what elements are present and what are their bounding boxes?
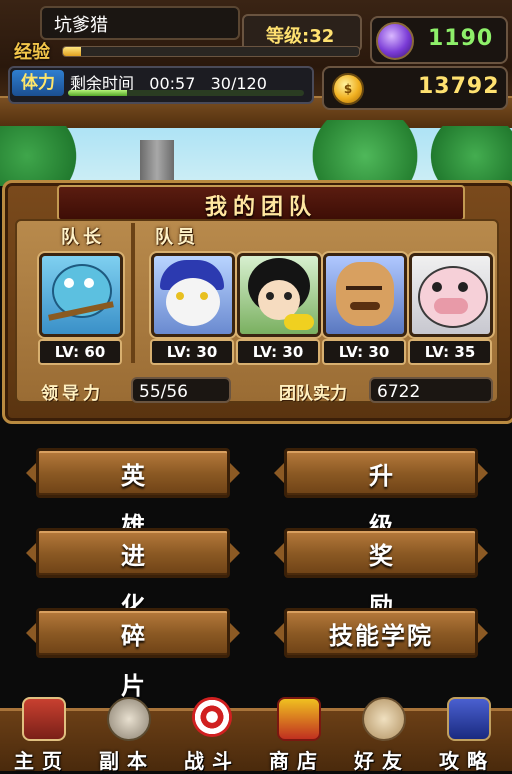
button-ornament	[230, 543, 240, 563]
stamina-label: 体力	[12, 70, 64, 96]
member-level: LV: 35	[408, 339, 492, 365]
member-portrait	[412, 256, 490, 334]
button-ornament	[26, 543, 36, 563]
nav-battle-label: 战斗	[184, 749, 240, 773]
heroes-button[interactable]: 英雄	[36, 448, 230, 540]
team-title-ribbon: 我的团队	[57, 185, 465, 221]
team-panel: 我的团队 队长 队员 LV: 60 LV: 30 LV: 30 LV: 30 L…	[2, 180, 512, 424]
friends-icon	[362, 697, 406, 741]
home-icon	[22, 697, 66, 741]
gem-icon	[376, 22, 414, 60]
player-level: 等级:32	[266, 26, 335, 47]
bottom-nav: 主页 副本 战斗 商店 好友 攻略	[0, 697, 512, 773]
team-title: 我的团队	[204, 195, 317, 220]
nav-friends-label: 好友	[354, 749, 410, 773]
button-ornament	[274, 623, 284, 643]
stamina-panel: 体力 剩余时间 00:57 30/120	[8, 66, 314, 104]
button-ornament	[478, 623, 488, 643]
nav-guide-label: 攻略	[439, 749, 495, 773]
nav-friends[interactable]: 好友	[340, 697, 424, 773]
gem-counter[interactable]: 1190	[370, 16, 508, 64]
member-card[interactable]	[323, 253, 407, 337]
leadership-value: 55/56	[131, 377, 231, 403]
shop-icon	[277, 697, 321, 741]
member-card[interactable]	[409, 253, 493, 337]
button-ornament	[478, 543, 488, 563]
upgrade-button[interactable]: 升级	[284, 448, 478, 540]
coin-value: 13792	[418, 74, 500, 99]
nav-home[interactable]: 主页	[0, 697, 84, 773]
member-level: LV: 30	[150, 339, 234, 365]
stamina-bar	[68, 90, 304, 96]
captain-label: 队长	[61, 227, 105, 248]
evolve-button[interactable]: 进化	[36, 528, 230, 620]
guide-icon	[447, 697, 491, 741]
nav-dungeon-label: 副本	[99, 749, 155, 773]
member-card[interactable]	[151, 253, 235, 337]
button-ornament	[26, 623, 36, 643]
button-ornament	[274, 543, 284, 563]
target-icon	[192, 697, 232, 737]
nav-home-label: 主页	[14, 749, 70, 773]
button-ornament	[230, 463, 240, 483]
gem-value: 1190	[428, 26, 494, 51]
panel-divider	[131, 223, 135, 363]
stamina-bar-fill	[68, 90, 127, 96]
nav-dungeon[interactable]: 副本	[85, 697, 169, 773]
member-card[interactable]	[237, 253, 321, 337]
skill-academy-button[interactable]: 技能学院	[284, 608, 478, 658]
exp-label: 经验	[14, 42, 50, 63]
member-level: LV: 30	[322, 339, 406, 365]
coin-icon: $	[332, 73, 364, 105]
nav-battle[interactable]: 战斗	[170, 697, 254, 773]
coin-counter[interactable]: $ 13792	[322, 66, 508, 110]
nav-shop-label: 商店	[269, 749, 325, 773]
player-name-box: 坑爹猎	[40, 6, 240, 40]
skull-icon	[107, 697, 151, 741]
nav-guide[interactable]: 攻略	[425, 697, 509, 773]
captain-level: LV: 60	[38, 339, 122, 365]
leadership-label: 领导力	[41, 384, 104, 404]
nav-shop[interactable]: 商店	[255, 697, 339, 773]
button-ornament	[26, 463, 36, 483]
team-power-label: 团队实力	[279, 384, 347, 404]
member-portrait	[240, 256, 318, 334]
team-power-value: 6722	[369, 377, 493, 403]
fragments-button[interactable]: 碎片	[36, 608, 230, 700]
button-ornament	[274, 463, 284, 483]
tree-decoration	[420, 126, 512, 186]
rewards-button[interactable]: 奖励	[284, 528, 478, 620]
captain-card[interactable]	[39, 253, 123, 337]
member-level: LV: 30	[236, 339, 320, 365]
captain-portrait	[42, 256, 120, 334]
members-label: 队员	[155, 227, 199, 248]
tree-decoration	[300, 120, 430, 180]
exp-bar-fill	[63, 47, 81, 56]
player-name: 坑爹猎	[54, 15, 108, 36]
member-portrait	[154, 256, 232, 334]
member-portrait	[326, 256, 404, 334]
button-ornament	[230, 623, 240, 643]
exp-bar	[62, 46, 360, 57]
tree-decoration	[0, 126, 90, 186]
button-ornament	[478, 463, 488, 483]
